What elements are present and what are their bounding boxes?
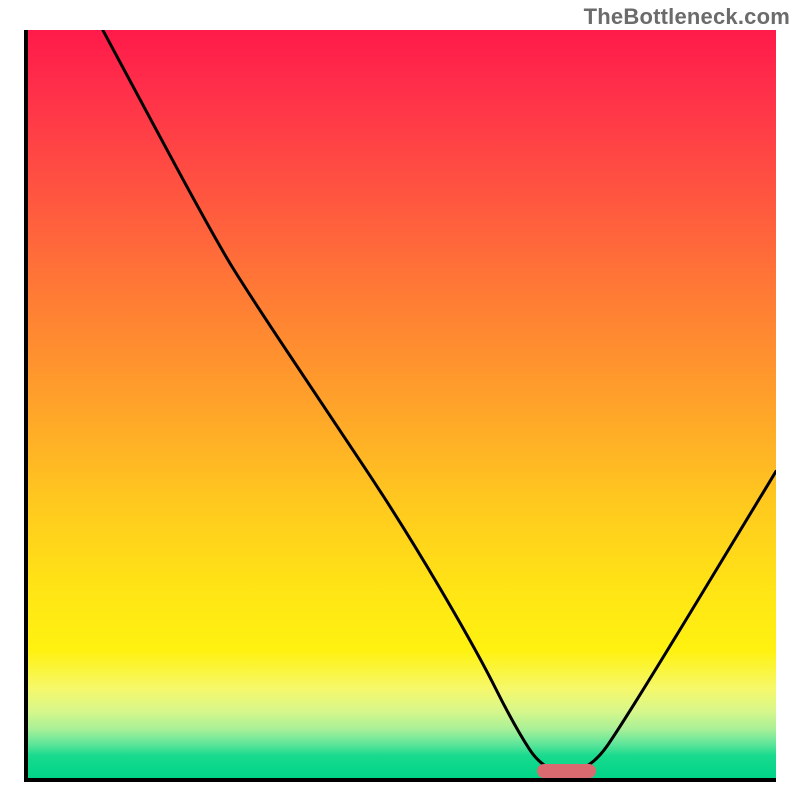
plot-area bbox=[24, 30, 776, 782]
curve-path bbox=[103, 30, 776, 772]
watermark-text: TheBottleneck.com bbox=[584, 4, 790, 30]
bottleneck-marker bbox=[537, 764, 597, 778]
bottleneck-curve bbox=[28, 30, 776, 778]
